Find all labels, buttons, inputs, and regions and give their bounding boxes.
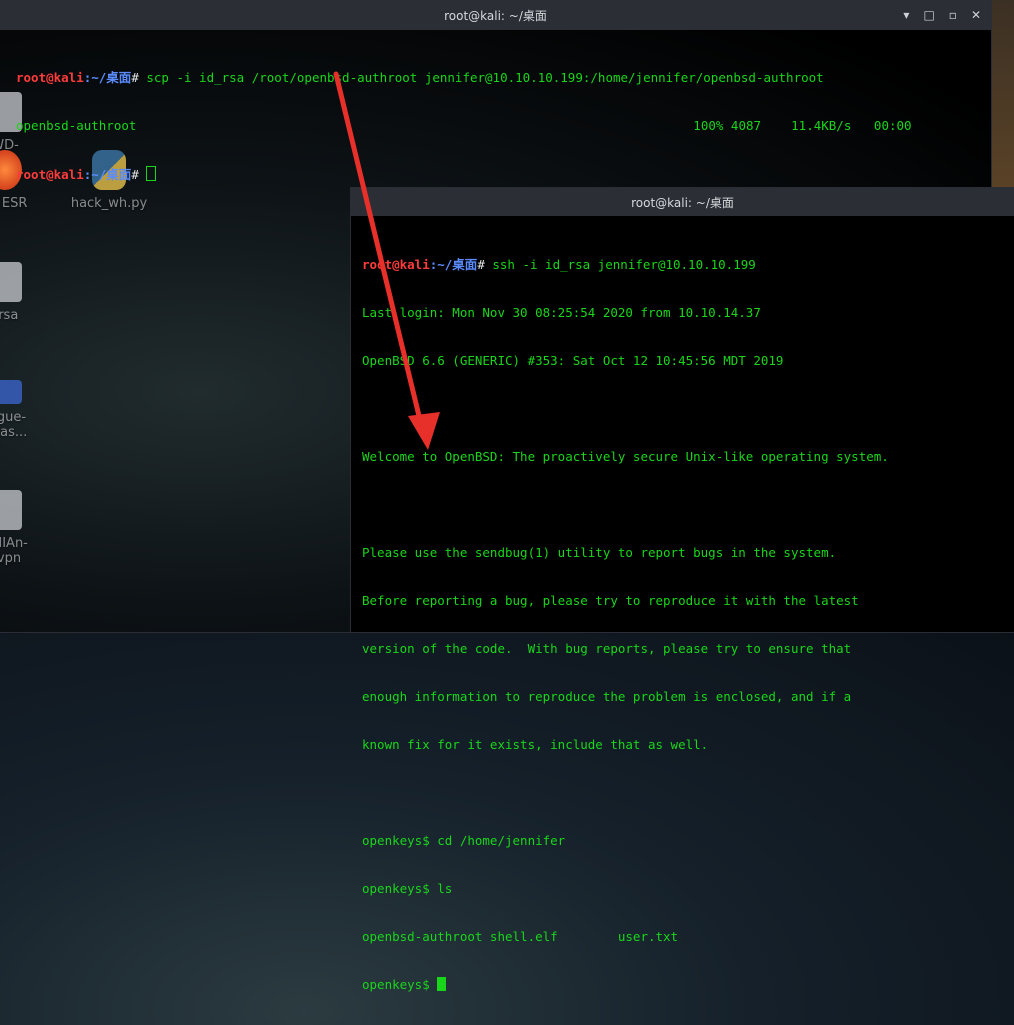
doc-icon (0, 262, 22, 302)
terminal-line: openbsd-authroot 100% 4087 11.4KB/s 00:0… (16, 118, 912, 133)
terminal-output[interactable]: root@kali:~/桌面# scp -i id_rsa /root/open… (0, 30, 991, 214)
prompt-symbol: # (131, 167, 147, 182)
desktop-icon-label: _rsa (0, 308, 19, 323)
desktop-icon[interactable]: _rsa (0, 262, 50, 323)
desktop-icon[interactable]: rogue- -mas... (0, 380, 50, 440)
prompt-user: root@kali (16, 167, 84, 182)
terminal-line: root@kali:~/桌面# (16, 166, 991, 182)
command-text: ssh -i id_rsa jennifer@10.10.10.199 (492, 257, 756, 272)
terminal-window-ssh[interactable]: root@kali: ~/桌面 root@kali:~/桌面# ssh -i i… (351, 188, 1014, 992)
terminal-line: version of the code. With bug reports, p… (362, 641, 852, 656)
close-icon[interactable]: ✕ (971, 8, 981, 22)
terminal-line: OpenBSD 6.6 (GENERIC) #353: Sat Oct 12 1… (362, 353, 784, 368)
cursor-active (437, 977, 447, 991)
window-controls: ▾ □ ▫ ✕ (903, 0, 981, 30)
terminal-line: Please use the sendbug(1) utility to rep… (362, 545, 837, 560)
terminal-line: known fix for it exists, include that as… (362, 737, 709, 752)
blue-icon (0, 380, 22, 404)
desktop-icon-label: rogue- -mas... (0, 410, 28, 440)
terminal-line: Welcome to OpenBSD: The proactively secu… (362, 449, 889, 464)
terminal-line: Before reporting a bug, please try to re… (362, 593, 859, 608)
window-title: root@kali: ~/桌面 (631, 195, 734, 210)
cursor-inactive (146, 166, 157, 181)
terminal-line: openbsd-authroot shell.elf user.txt (362, 929, 679, 944)
terminal-line: enough information to reproduce the prob… (362, 689, 852, 704)
terminal-line: openkeys$ ls (362, 881, 453, 896)
terminal-line: openkeys$ cd /home/jennifer (362, 833, 566, 848)
title-bar[interactable]: root@kali: ~/桌面 ▾ □ ▫ ✕ (0, 0, 991, 30)
prompt-path: :~/桌面 (429, 257, 478, 272)
prompt-path: :~/桌面 (83, 167, 132, 182)
window-title: root@kali: ~/桌面 (444, 8, 547, 23)
prompt-user: root@kali (16, 70, 84, 85)
desktop-icon[interactable]: AMIAn- ovpn (0, 490, 50, 566)
minimize-icon[interactable]: ▾ (903, 8, 909, 22)
desktop-icon-label: AMIAn- ovpn (0, 536, 28, 566)
terminal-line: root@kali:~/桌面# scp -i id_rsa /root/open… (16, 70, 991, 86)
terminal-line: openkeys$ (362, 977, 1014, 993)
prompt-text: openkeys$ (362, 977, 438, 992)
terminal-output[interactable]: root@kali:~/桌面# ssh -i id_rsa jennifer@1… (351, 216, 1014, 1025)
command-text: scp -i id_rsa /root/openbsd-authroot jen… (146, 70, 824, 85)
prompt-symbol: # (477, 257, 493, 272)
prompt-user: root@kali (362, 257, 430, 272)
doc-icon (0, 490, 22, 530)
restore-icon[interactable]: □ (923, 8, 934, 22)
title-bar[interactable]: root@kali: ~/桌面 (351, 188, 1014, 216)
maximize-icon[interactable]: ▫ (949, 8, 957, 22)
prompt-path: :~/桌面 (83, 70, 132, 85)
terminal-line: Last login: Mon Nov 30 08:25:54 2020 fro… (362, 305, 761, 320)
prompt-symbol: # (131, 70, 147, 85)
terminal-line: root@kali:~/桌面# ssh -i id_rsa jennifer@1… (362, 257, 1014, 273)
